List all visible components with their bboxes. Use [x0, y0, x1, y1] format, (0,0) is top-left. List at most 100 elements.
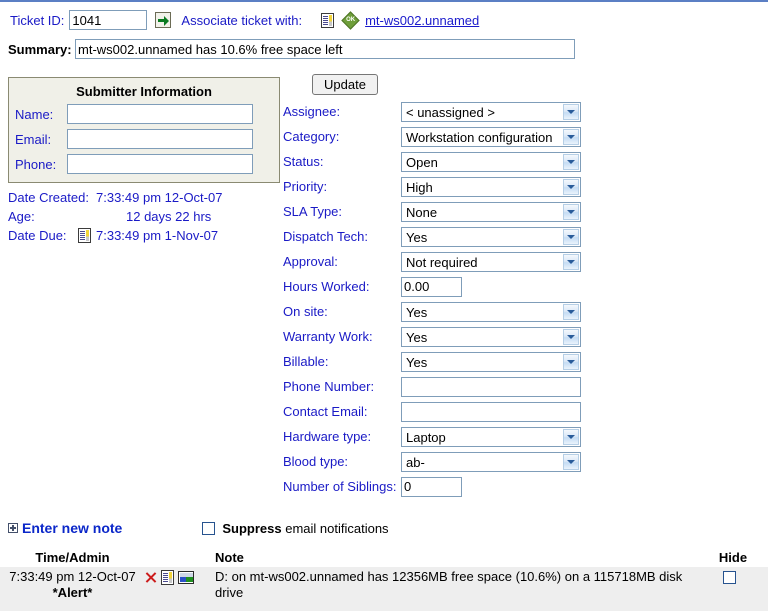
date-due-row: Date Due: 7:33:49 pm 1-Nov-07	[8, 226, 288, 245]
date-created-row: Date Created: 7:33:49 pm 12-Oct-07	[8, 188, 288, 207]
form-row-billable: Billable: Yes	[283, 349, 581, 374]
associated-asset-link[interactable]: mt-ws002.unnamed	[365, 13, 479, 28]
assignee-select-value: < unassigned >	[406, 104, 495, 121]
on-site-select[interactable]: Yes	[401, 302, 581, 322]
summary-input[interactable]	[75, 39, 575, 59]
submitter-name-row: Name:	[15, 104, 273, 124]
note-hide-checkbox[interactable]	[723, 571, 736, 584]
billable-select[interactable]: Yes	[401, 352, 581, 372]
calendar-note-icon[interactable]	[78, 228, 91, 243]
number-of-siblings-label: Number of Siblings:	[283, 479, 401, 494]
sla-type-label: SLA Type:	[283, 204, 401, 219]
hours-worked-input[interactable]	[401, 277, 462, 297]
date-created-value: 7:33:49 pm 12-Oct-07	[96, 190, 222, 205]
hardware-type-select[interactable]: Laptop	[401, 427, 581, 447]
age-row: Age: 12 days 22 hrs	[8, 207, 288, 226]
category-select[interactable]: Workstation configuration	[401, 127, 581, 147]
chevron-down-icon[interactable]	[563, 304, 579, 320]
dispatch-tech-select[interactable]: Yes	[401, 227, 581, 247]
notepad-icon[interactable]	[321, 13, 334, 28]
chevron-down-icon[interactable]	[563, 354, 579, 370]
dispatch-tech-select-value: Yes	[406, 229, 427, 246]
on-site-label: On site:	[283, 304, 401, 319]
form-row-priority: Priority: High	[283, 174, 581, 199]
blood-type-select[interactable]: ab-	[401, 452, 581, 472]
sla-type-select[interactable]: None	[401, 202, 581, 222]
submitter-phone-input[interactable]	[67, 154, 253, 174]
contact-email-input[interactable]	[401, 402, 581, 422]
chevron-down-icon[interactable]	[563, 104, 579, 120]
form-row-blood-type: Blood type: ab-	[283, 449, 581, 474]
chart-icon[interactable]	[178, 571, 194, 584]
assignee-label: Assignee:	[283, 104, 401, 119]
phone-number-label: Phone Number:	[283, 379, 401, 394]
phone-number-input[interactable]	[401, 377, 581, 397]
chevron-down-icon[interactable]	[563, 204, 579, 220]
ticket-id-input[interactable]	[69, 10, 147, 30]
suppress-email-checkbox[interactable]	[202, 522, 215, 535]
ok-status-icon[interactable]: OK	[343, 13, 358, 28]
submitter-information-title: Submitter Information	[15, 84, 273, 99]
status-select[interactable]: Open	[401, 152, 581, 172]
priority-label: Priority:	[283, 179, 401, 194]
blood-type-select-value: ab-	[406, 454, 425, 471]
ticket-dates-block: Date Created: 7:33:49 pm 12-Oct-07 Age: …	[8, 188, 288, 245]
priority-select-value: High	[406, 179, 433, 196]
priority-select[interactable]: High	[401, 177, 581, 197]
submitter-email-input[interactable]	[67, 129, 253, 149]
note-admin: *Alert*	[53, 585, 93, 600]
date-created-label: Date Created:	[8, 190, 96, 205]
category-select-value: Workstation configuration	[406, 129, 552, 146]
chevron-down-icon[interactable]	[563, 154, 579, 170]
column-header-note: Note	[215, 550, 698, 565]
notes-table: Time/Admin Note Hide 7:33:49 pm 12-Oct-0…	[0, 550, 768, 611]
form-row-status: Status: Open	[283, 149, 581, 174]
form-row-dispatch-tech: Dispatch Tech: Yes	[283, 224, 581, 249]
form-row-hours-worked: Hours Worked:	[283, 274, 581, 299]
submitter-name-label: Name:	[15, 107, 67, 122]
hours-worked-label: Hours Worked:	[283, 279, 401, 294]
associate-ticket-label: Associate ticket with:	[181, 13, 302, 28]
chevron-down-icon[interactable]	[563, 429, 579, 445]
warranty-work-select[interactable]: Yes	[401, 327, 581, 347]
category-label: Category:	[283, 129, 401, 144]
chevron-down-icon[interactable]	[563, 454, 579, 470]
suppress-email-label: Suppress email notifications	[222, 521, 388, 536]
sla-type-select-value: None	[406, 204, 437, 221]
status-label: Status:	[283, 154, 401, 169]
expand-plus-icon[interactable]	[8, 523, 18, 533]
suppress-email-label-rest: email notifications	[282, 521, 389, 536]
chevron-down-icon[interactable]	[563, 129, 579, 145]
column-header-time-admin: Time/Admin	[0, 550, 145, 565]
warranty-work-select-value: Yes	[406, 329, 427, 346]
note-text-cell: D: on mt-ws002.unnamed has 12356MB free …	[215, 569, 698, 601]
form-row-category: Category: Workstation configuration	[283, 124, 581, 149]
submitter-name-input[interactable]	[67, 104, 253, 124]
number-of-siblings-input[interactable]	[401, 477, 462, 497]
suppress-email-label-bold: Suppress	[222, 521, 281, 536]
assignee-select[interactable]: < unassigned >	[401, 102, 581, 122]
form-row-contact-email: Contact Email:	[283, 399, 581, 424]
on-site-select-value: Yes	[406, 304, 427, 321]
approval-select[interactable]: Not required	[401, 252, 581, 272]
form-row-warranty-work: Warranty Work: Yes	[283, 324, 581, 349]
delete-x-icon[interactable]	[145, 571, 157, 584]
update-button[interactable]: Update	[312, 74, 378, 95]
ticket-properties-form: Update Assignee: < unassigned > Category…	[283, 74, 581, 499]
enter-new-note-link[interactable]: Enter new note	[8, 520, 122, 536]
chevron-down-icon[interactable]	[563, 179, 579, 195]
submitter-email-label: Email:	[15, 132, 67, 147]
go-arrow-icon[interactable]	[155, 12, 171, 28]
ticket-id-row: Ticket ID: Associate ticket with: OK mt-…	[0, 2, 768, 30]
hardware-type-label: Hardware type:	[283, 429, 401, 444]
chevron-down-icon[interactable]	[563, 329, 579, 345]
ticket-id-label: Ticket ID:	[10, 13, 64, 28]
summary-row: Summary:	[0, 30, 768, 59]
billable-select-value: Yes	[406, 354, 427, 371]
chevron-down-icon[interactable]	[563, 229, 579, 245]
chevron-down-icon[interactable]	[563, 254, 579, 270]
form-row-phone-number: Phone Number:	[283, 374, 581, 399]
warranty-work-label: Warranty Work:	[283, 329, 401, 344]
notepad-icon[interactable]	[161, 570, 174, 585]
status-select-value: Open	[406, 154, 438, 171]
